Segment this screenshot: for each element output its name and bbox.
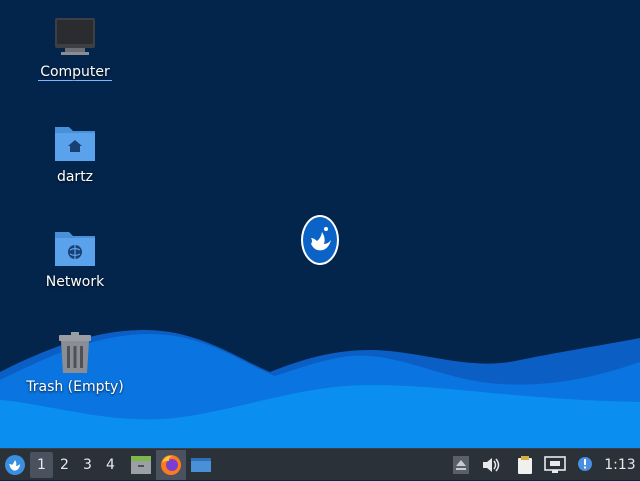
firefox-launcher[interactable]	[156, 449, 186, 480]
clock[interactable]: 1:13	[600, 449, 640, 481]
desktop-icon-home[interactable]: dartz	[20, 121, 130, 185]
desktop-icon-label: dartz	[56, 169, 94, 185]
eject-button[interactable]	[446, 449, 476, 481]
desktop-icon-computer[interactable]: Computer	[20, 16, 130, 81]
file-manager-launcher[interactable]	[126, 449, 156, 481]
window-launcher[interactable]	[186, 449, 216, 481]
window-icon	[191, 457, 211, 472]
clipboard-button[interactable]	[510, 449, 540, 481]
network-status-button[interactable]	[540, 449, 570, 481]
network-status-icon	[544, 455, 566, 473]
desktop-icon-label: Network	[45, 274, 105, 290]
workspace-3[interactable]: 3	[76, 449, 99, 481]
desktop-icon-label: Computer	[38, 64, 112, 81]
volume-icon	[483, 457, 500, 472]
network-folder-icon	[55, 232, 95, 266]
notification-icon	[578, 456, 592, 471]
file-manager-icon	[131, 455, 151, 474]
trash-icon	[59, 332, 91, 373]
app-menu-button[interactable]	[0, 449, 30, 481]
workspace-4[interactable]: 4	[99, 449, 122, 481]
desktop-icon-label: Trash (Empty)	[26, 379, 124, 395]
home-folder-icon	[55, 127, 95, 161]
notification-button[interactable]	[570, 449, 600, 481]
taskbar: 1 2 3 4 1:13	[0, 448, 640, 480]
workspace-1[interactable]: 1	[30, 451, 53, 478]
clipboard-icon	[518, 455, 532, 474]
workspace-2[interactable]: 2	[53, 449, 76, 481]
desktop-icon-network[interactable]: Network	[20, 226, 130, 290]
eject-icon	[453, 455, 469, 474]
firefox-icon	[161, 454, 181, 475]
volume-button[interactable]	[476, 449, 506, 481]
distro-logo-icon	[301, 215, 339, 265]
app-menu-icon	[5, 454, 25, 475]
desktop-icon-trash[interactable]: Trash (Empty)	[20, 331, 130, 395]
computer-icon	[55, 18, 95, 55]
